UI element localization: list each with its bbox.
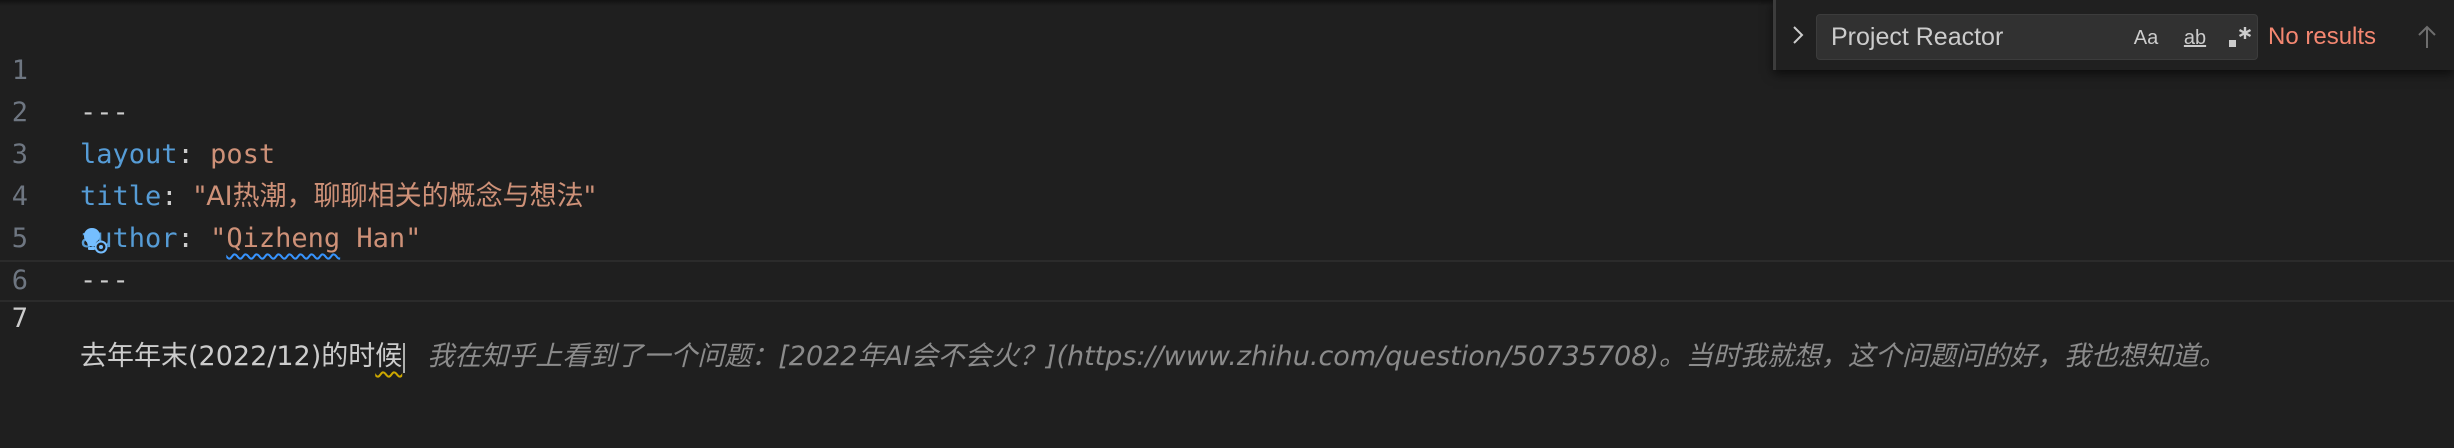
- typed-text: 去年年末(2022/12)的时: [80, 341, 376, 372]
- regex-toggle[interactable]: [2225, 23, 2255, 53]
- editor-line-7[interactable]: 7 去年年末(2022/12)的时候 我在知乎上看到了一个问题：[2022年AI会…: [0, 260, 2454, 373]
- editor-line-3[interactable]: 3 title: "AI热潮，聊聊相关的概念与想法": [0, 92, 2454, 212]
- editor-line-4[interactable]: 4 author: "Qizheng Han": [0, 134, 2454, 254]
- find-input-value: Project Reactor: [1831, 23, 2004, 51]
- whole-word-toggle[interactable]: ab: [2175, 23, 2215, 53]
- lightbulb-autofix-icon[interactable]: [82, 226, 108, 254]
- inline-suggestion[interactable]: 我在知乎上看到了一个问题：[2022年AI会不会火？](https://www.…: [427, 341, 2226, 372]
- match-case-toggle[interactable]: Aa: [2127, 23, 2165, 53]
- line-number: 7: [11, 303, 28, 334]
- warning-underlined-char[interactable]: 候: [375, 341, 402, 372]
- find-results-status: No results: [2268, 23, 2377, 50]
- editor-line-5[interactable]: 5 ---: [0, 176, 2454, 296]
- arrow-up-icon[interactable]: [2416, 24, 2438, 50]
- line-content: 去年年末(2022/12)的时候 我在知乎上看到了一个问题：[2022年AI会不会…: [80, 338, 2226, 376]
- chevron-right-icon[interactable]: [1788, 22, 1808, 48]
- find-input[interactable]: Project Reactor Aa ab: [1816, 14, 2258, 60]
- find-widget: Project Reactor Aa ab No results: [1773, 0, 2454, 70]
- text-cursor: [403, 342, 406, 373]
- regex-icon: [2229, 27, 2252, 47]
- editor-line-6[interactable]: 6: [0, 218, 2454, 296]
